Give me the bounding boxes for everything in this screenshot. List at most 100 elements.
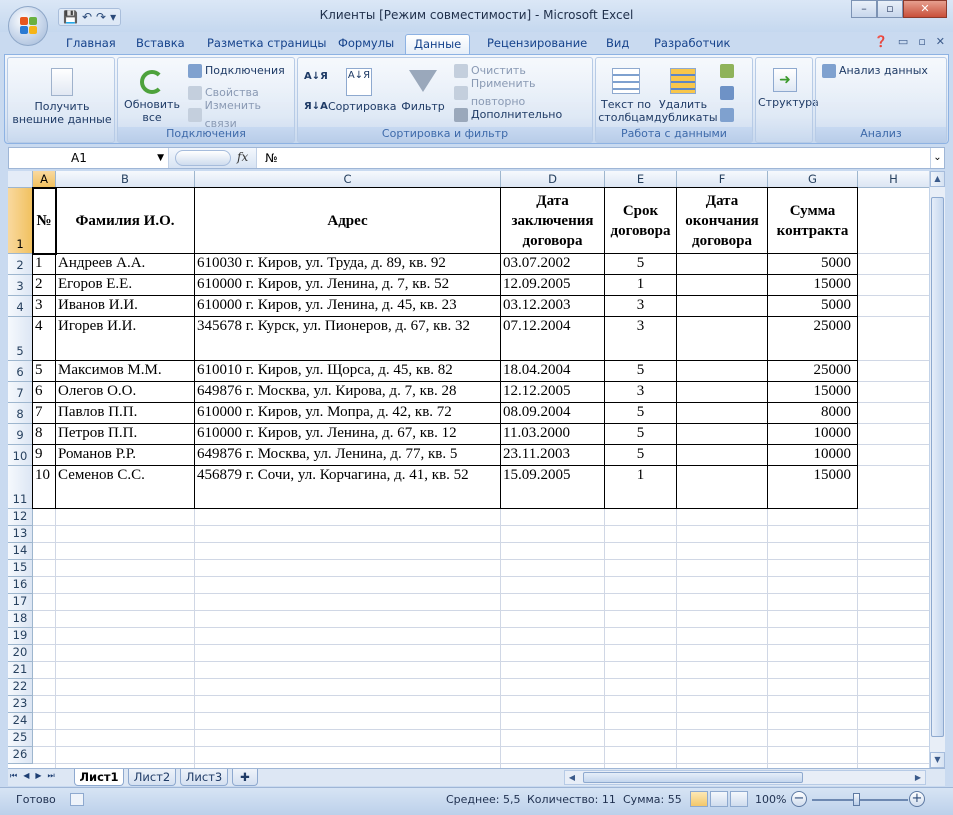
table-cell[interactable]: Иванов И.И. xyxy=(56,296,194,316)
table-cell[interactable]: 07.12.2004 xyxy=(501,317,604,360)
table-cell[interactable]: 5 xyxy=(33,361,55,381)
row-header-5[interactable]: 5 xyxy=(8,317,33,361)
page-layout-view-icon[interactable] xyxy=(710,791,728,807)
table-cell[interactable]: 3 xyxy=(605,317,676,360)
table-cell[interactable]: Максимов М.М. xyxy=(56,361,194,381)
column-header-b[interactable]: B xyxy=(56,171,195,188)
remove-duplicates-button[interactable]: Удалить дубликаты xyxy=(654,62,718,124)
table-cell[interactable] xyxy=(677,275,767,295)
table-cell[interactable]: 610000 г. Киров, ул. Ленина, д. 67, кв. … xyxy=(195,424,500,444)
edit-links-button[interactable]: Изменить связи xyxy=(188,99,294,130)
sort-za-button[interactable]: Я↓А xyxy=(304,98,328,116)
tab-developer[interactable]: Разработчик xyxy=(646,34,739,54)
advanced-filter-button[interactable]: Дополнительно xyxy=(454,106,562,124)
table-cell[interactable]: 11.03.2000 xyxy=(501,424,604,444)
table-cell[interactable]: 5 xyxy=(605,254,676,274)
zoom-level[interactable]: 100% xyxy=(755,793,786,806)
table-cell[interactable]: 03.07.2002 xyxy=(501,254,604,274)
prev-sheet-icon[interactable]: ◀ xyxy=(23,771,29,781)
table-cell[interactable]: 25000 xyxy=(768,317,857,360)
column-header-g[interactable]: G xyxy=(768,171,858,188)
first-sheet-icon[interactable]: ⏮ xyxy=(10,771,17,781)
table-cell[interactable] xyxy=(677,424,767,444)
tab-insert[interactable]: Вставка xyxy=(128,34,193,54)
row-header-10[interactable]: 10 xyxy=(8,445,33,466)
table-cell[interactable]: 345678 г. Курск, ул. Пионеров, д. 67, кв… xyxy=(195,317,500,360)
reapply-button[interactable]: Применить повторно xyxy=(454,77,592,108)
table-cell[interactable]: 610030 г. Киров, ул. Труда, д. 89, кв. 9… xyxy=(195,254,500,274)
row-header-14[interactable]: 14 xyxy=(8,543,33,560)
table-cell[interactable] xyxy=(677,317,767,360)
sort-az-button[interactable]: А↓Я xyxy=(304,68,328,86)
table-cell[interactable]: 610000 г. Киров, ул. Ленина, д. 7, кв. 5… xyxy=(195,275,500,295)
tab-page-layout[interactable]: Разметка страницы xyxy=(199,34,334,54)
close-button[interactable]: ✕ xyxy=(903,0,947,18)
row-header-21[interactable]: 21 xyxy=(8,662,33,679)
minimize-button[interactable]: – xyxy=(851,0,877,18)
row-header-12[interactable]: 12 xyxy=(8,509,33,526)
table-cell[interactable]: 649876 г. Москва, ул. Кирова, д. 7, кв. … xyxy=(195,382,500,402)
table-cell[interactable]: 7 xyxy=(33,403,55,423)
expand-formula-bar-icon[interactable]: ⌄ xyxy=(930,148,944,168)
table-cell[interactable] xyxy=(677,382,767,402)
horizontal-scrollbar[interactable]: ◀ ▶ xyxy=(564,770,926,785)
table-header-cell[interactable]: Дата окончания договора xyxy=(677,188,767,253)
table-cell[interactable]: 12.12.2005 xyxy=(501,382,604,402)
table-header-cell[interactable]: Сумма контракта xyxy=(768,188,857,253)
row-header-18[interactable]: 18 xyxy=(8,611,33,628)
table-cell[interactable]: 18.04.2004 xyxy=(501,361,604,381)
column-header-a[interactable]: A xyxy=(33,171,56,188)
row-header-16[interactable]: 16 xyxy=(8,577,33,594)
table-cell[interactable]: 8 xyxy=(33,424,55,444)
table-header-cell[interactable]: Адрес xyxy=(195,188,500,253)
insert-sheet-icon[interactable]: ✚ xyxy=(232,769,258,786)
table-cell[interactable]: 5 xyxy=(605,361,676,381)
worksheet-grid[interactable]: ABCDEFGH 1 2 3 4 5 6 7 8 9 10 11 12 13 14 15 16 17 18 19 20… xyxy=(8,171,929,768)
table-cell[interactable]: 10000 xyxy=(768,445,857,465)
table-cell[interactable]: 5 xyxy=(605,403,676,423)
row-header-23[interactable]: 23 xyxy=(8,696,33,713)
outline-button[interactable]: ➜ Структура xyxy=(758,62,819,109)
table-cell[interactable]: 9 xyxy=(33,445,55,465)
table-cell[interactable]: 1 xyxy=(605,466,676,508)
table-cell[interactable] xyxy=(677,403,767,423)
table-cell[interactable]: 5 xyxy=(605,424,676,444)
table-cell[interactable]: 649876 г. Москва, ул. Ленина, д. 77, кв.… xyxy=(195,445,500,465)
table-cell[interactable]: 610000 г. Киров, ул. Мопра, д. 42, кв. 7… xyxy=(195,403,500,423)
ribbon-close-icon[interactable]: ✕ xyxy=(936,35,945,48)
column-header-c[interactable]: C xyxy=(195,171,501,188)
table-cell[interactable]: 25000 xyxy=(768,361,857,381)
data-validation-button[interactable] xyxy=(720,62,734,80)
office-button[interactable] xyxy=(8,6,48,46)
table-header-cell[interactable]: Фамилия И.О. xyxy=(56,188,194,253)
table-cell[interactable]: 5000 xyxy=(768,254,857,274)
table-cell[interactable]: Андреев А.А. xyxy=(56,254,194,274)
filter-button[interactable]: Фильтр xyxy=(398,62,448,113)
table-cell[interactable]: Романов Р.Р. xyxy=(56,445,194,465)
row-header-15[interactable]: 15 xyxy=(8,560,33,577)
row-header-19[interactable]: 19 xyxy=(8,628,33,645)
table-cell[interactable]: 10 xyxy=(33,466,55,508)
row-header-6[interactable]: 6 xyxy=(8,361,33,382)
table-cell[interactable] xyxy=(677,254,767,274)
refresh-all-button[interactable]: Обновить все xyxy=(122,62,182,124)
row-header-26[interactable]: 26 xyxy=(8,747,33,764)
help-icon[interactable]: ❓ xyxy=(874,35,888,48)
ribbon-restore-icon[interactable]: ▫ xyxy=(918,35,925,48)
row-header-8[interactable]: 8 xyxy=(8,403,33,424)
data-analysis-button[interactable]: Анализ данных xyxy=(822,62,928,80)
connections-button[interactable]: Подключения xyxy=(188,62,285,80)
zoom-slider-thumb[interactable] xyxy=(853,793,860,806)
table-cell[interactable]: 3 xyxy=(605,382,676,402)
tab-view[interactable]: Вид xyxy=(598,34,637,54)
zoom-in-icon[interactable]: + xyxy=(909,791,925,807)
next-sheet-icon[interactable]: ▶ xyxy=(35,771,41,781)
column-header-f[interactable]: F xyxy=(677,171,768,188)
table-cell[interactable]: Олегов О.О. xyxy=(56,382,194,402)
scroll-right-icon[interactable]: ▶ xyxy=(911,771,925,784)
macro-record-icon[interactable] xyxy=(70,793,84,806)
table-cell[interactable] xyxy=(677,466,767,508)
table-cell[interactable]: 15.09.2005 xyxy=(501,466,604,508)
table-cell[interactable]: 12.09.2005 xyxy=(501,275,604,295)
table-cell[interactable]: 1 xyxy=(33,254,55,274)
